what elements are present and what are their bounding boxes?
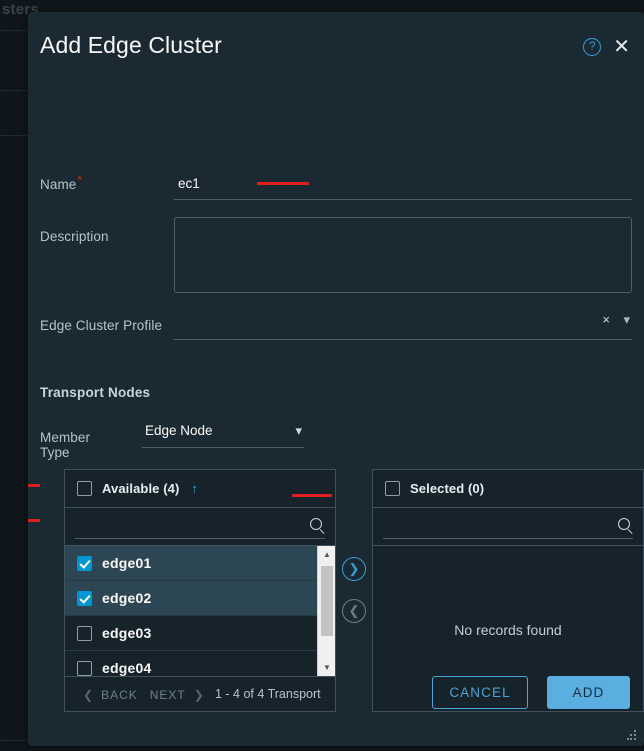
chevron-down-icon[interactable]: ▾ bbox=[295, 423, 302, 439]
available-header-label: Available (4) bbox=[102, 481, 180, 496]
scroll-up-icon[interactable]: ▲ bbox=[318, 546, 335, 563]
description-label: Description bbox=[40, 229, 109, 244]
selected-search-bar bbox=[373, 508, 643, 546]
row-checkbox[interactable] bbox=[77, 555, 92, 571]
list-item-label: edge02 bbox=[102, 590, 152, 606]
edge-cluster-profile-label: Edge Cluster Profile bbox=[40, 318, 163, 333]
selected-select-all-checkbox[interactable] bbox=[385, 481, 400, 496]
edge-cluster-profile-row: Edge Cluster Profile × ▾ bbox=[40, 310, 632, 344]
scrollbar-thumb[interactable] bbox=[321, 566, 333, 636]
available-select-all-checkbox[interactable] bbox=[77, 481, 92, 496]
annotation-underline-name bbox=[257, 182, 309, 185]
available-search-input[interactable] bbox=[77, 516, 295, 538]
description-textarea[interactable] bbox=[174, 217, 632, 293]
annotation-edge01 bbox=[28, 484, 40, 487]
list-item[interactable]: edge03 bbox=[65, 616, 335, 651]
annotation-move-right bbox=[292, 494, 332, 497]
available-list-scrollbar[interactable]: ▲ ▼ bbox=[317, 546, 335, 676]
selected-panel-header: Selected (0) bbox=[373, 470, 643, 508]
transport-nodes-section-title: Transport Nodes bbox=[40, 385, 151, 400]
edge-cluster-profile-select[interactable]: × ▾ bbox=[174, 310, 632, 340]
clear-icon[interactable]: × bbox=[602, 312, 610, 327]
search-icon[interactable] bbox=[618, 518, 630, 530]
available-panel-header: Available (4) ↑ bbox=[65, 470, 335, 508]
help-circle-icon[interactable]: ? bbox=[583, 38, 602, 56]
dialog-header-actions: ? ✕ bbox=[583, 37, 630, 57]
close-icon[interactable]: ✕ bbox=[613, 37, 630, 57]
list-item[interactable]: edge01 bbox=[65, 546, 335, 581]
add-button[interactable]: ADD bbox=[547, 676, 630, 709]
member-type-select[interactable]: Edge Node ▾ bbox=[142, 422, 304, 448]
selected-search-input[interactable] bbox=[385, 516, 603, 538]
member-type-label: Member Type bbox=[40, 430, 91, 460]
required-marker: * bbox=[77, 172, 83, 187]
sort-ascending-icon[interactable]: ↑ bbox=[191, 481, 198, 496]
add-edge-cluster-dialog: Add Edge Cluster ? ✕ Name* Description E… bbox=[28, 12, 644, 746]
dialog-header: Add Edge Cluster ? ✕ bbox=[28, 12, 644, 86]
available-search-bar bbox=[65, 508, 335, 546]
search-icon[interactable] bbox=[310, 518, 322, 530]
row-checkbox[interactable] bbox=[77, 625, 92, 641]
available-list[interactable]: edge01 edge02 edge03 edge04 ▲ ▼ bbox=[65, 546, 335, 676]
row-checkbox[interactable] bbox=[77, 590, 92, 606]
list-item[interactable]: edge02 bbox=[65, 581, 335, 616]
name-field-row: Name* bbox=[40, 170, 632, 204]
name-input[interactable] bbox=[174, 170, 632, 200]
move-left-button[interactable]: ❮ bbox=[342, 599, 366, 623]
annotation-edge02 bbox=[28, 519, 40, 522]
dialog-footer: CANCEL ADD bbox=[28, 660, 644, 746]
dialog-title: Add Edge Cluster bbox=[40, 32, 222, 58]
list-item-label: edge01 bbox=[102, 555, 152, 571]
move-right-button[interactable]: ❯ bbox=[342, 557, 366, 581]
resize-grip-icon[interactable] bbox=[627, 730, 637, 740]
member-type-value: Edge Node bbox=[145, 423, 213, 438]
transfer-buttons: ❯ ❮ bbox=[342, 557, 366, 641]
selected-header-label: Selected (0) bbox=[410, 481, 485, 496]
chevron-down-icon[interactable]: ▾ bbox=[623, 312, 630, 328]
name-label: Name* bbox=[40, 172, 83, 193]
cancel-button[interactable]: CANCEL bbox=[432, 676, 528, 709]
list-item-label: edge03 bbox=[102, 625, 152, 641]
